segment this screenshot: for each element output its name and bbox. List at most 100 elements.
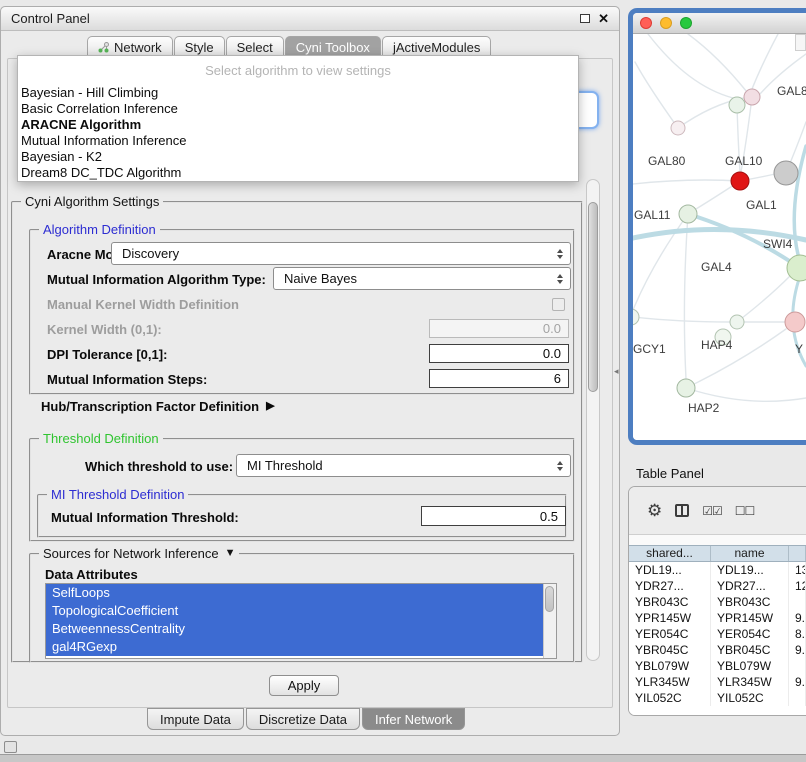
network-edge[interactable]: [633, 317, 730, 322]
network-edge[interactable]: [648, 34, 733, 98]
table-toolbar: ⚙ ☑☑ ☐☐: [629, 487, 806, 535]
close-traffic-light-icon[interactable]: [640, 17, 652, 29]
hub-definition-label: Hub/Transcription Factor Definition: [41, 399, 259, 414]
network-canvas: GAL8GAL80GAL10GAL11GAL1SWI4GAL4GCY1HAP4Y…: [633, 34, 806, 445]
table-row[interactable]: YPR145WYPR145W9.: [629, 610, 806, 626]
table-row[interactable]: YBL079WYBL079W: [629, 658, 806, 674]
aracne-mode-select[interactable]: Discovery: [111, 242, 571, 265]
network-node[interactable]: [671, 121, 685, 135]
column-header-shared[interactable]: shared...: [629, 546, 711, 561]
network-edge[interactable]: [686, 388, 806, 401]
popup-item-dream8-dc-tdc-algorithm[interactable]: Dream8 DC_TDC Algorithm: [18, 165, 578, 181]
select-all-checkboxes-icon[interactable]: ☑☑: [702, 505, 722, 517]
popup-item-bayesian-hill-climbing[interactable]: Bayesian - Hill Climbing: [18, 85, 578, 101]
popup-item-basic-correlation-inference[interactable]: Basic Correlation Inference: [18, 101, 578, 117]
bottom-tab-impute-data[interactable]: Impute Data: [147, 708, 244, 730]
popup-item-mutual-information-inference[interactable]: Mutual Information Inference: [18, 133, 578, 149]
manual-kernel-checkbox[interactable]: [552, 298, 565, 311]
table-cell: 9.: [789, 642, 806, 658]
close-icon[interactable]: ✕: [598, 12, 609, 25]
which-threshold-value: MI Threshold: [247, 458, 323, 473]
attribute-item-betweennesscentrality[interactable]: BetweennessCentrality: [46, 620, 543, 638]
minimize-traffic-light-icon[interactable]: [660, 17, 672, 29]
attribute-list-scrollbar[interactable]: [543, 584, 556, 658]
network-edge[interactable]: [794, 146, 806, 262]
network-scrollbar-stub[interactable]: [795, 34, 806, 51]
attribute-item-selfloops[interactable]: SelfLoops: [46, 584, 543, 602]
table-cell: YLR345W: [711, 674, 789, 690]
settings-scrollbar-thumb[interactable]: [588, 202, 598, 392]
network-edge[interactable]: [633, 180, 740, 184]
network-edge[interactable]: [688, 34, 747, 92]
network-node[interactable]: [785, 312, 805, 332]
network-edge[interactable]: [635, 62, 678, 128]
network-node[interactable]: [731, 172, 749, 190]
network-edge[interactable]: [737, 276, 790, 322]
clear-checkboxes-icon[interactable]: ☐☐: [735, 505, 755, 517]
which-threshold-select[interactable]: MI Threshold: [236, 454, 571, 477]
table-row[interactable]: YDR27...YDR27...12: [629, 578, 806, 594]
panel-collapse-handle[interactable]: ◂: [614, 366, 619, 377]
table-header: shared...name: [629, 545, 806, 562]
network-node[interactable]: [730, 315, 744, 329]
column-header-name[interactable]: name: [711, 546, 789, 561]
bottom-tab-infer-network[interactable]: Infer Network: [362, 708, 465, 730]
network-edge[interactable]: [684, 214, 688, 379]
network-node[interactable]: [744, 89, 760, 105]
popup-item-aracne-algorithm[interactable]: ARACNE Algorithm: [18, 117, 578, 133]
attribute-item-topologicalcoefficient[interactable]: TopologicalCoefficient: [46, 602, 543, 620]
tab-label: Select: [237, 40, 273, 55]
settings-scrollbar-track[interactable]: [586, 179, 600, 661]
sources-group-title[interactable]: Sources for Network Inference ▼: [39, 546, 239, 561]
network-node[interactable]: [774, 161, 798, 185]
hub-definition-toggle[interactable]: Hub/Transcription Factor Definition ▶: [41, 399, 275, 414]
table-row[interactable]: YBR045CYBR045C9.: [629, 642, 806, 658]
network-node[interactable]: [679, 205, 697, 223]
mi-steps-field[interactable]: 6: [429, 369, 569, 388]
network-edge[interactable]: [633, 214, 688, 310]
table-row[interactable]: YBR043CYBR043C: [629, 594, 806, 610]
mi-type-select[interactable]: Naive Bayes: [273, 267, 571, 290]
network-node[interactable]: [633, 309, 639, 325]
gear-icon[interactable]: ⚙: [647, 502, 662, 519]
popup-item-bayesian-k2[interactable]: Bayesian - K2: [18, 149, 578, 165]
float-window-icon[interactable]: [580, 14, 590, 23]
apply-button[interactable]: Apply: [269, 675, 339, 696]
node-label: GAL80: [648, 154, 686, 168]
dpi-tolerance-field[interactable]: 0.0: [429, 344, 569, 363]
network-node[interactable]: [729, 97, 745, 113]
tab-label: Cyni Toolbox: [296, 40, 370, 55]
table-row[interactable]: YDL19...YDL19...13: [629, 562, 806, 578]
table-rows: YDL19...YDL19...13YDR27...YDR27...12YBR0…: [629, 562, 806, 715]
node-label: GAL1: [746, 198, 777, 212]
table-panel: ⚙ ☑☑ ☐☐ shared...name YDL19...YDL19...13…: [628, 486, 806, 716]
bottom-status-strip: [0, 754, 806, 762]
table-cell: YER054C: [629, 626, 711, 642]
bottom-tab-discretize-data[interactable]: Discretize Data: [246, 708, 360, 730]
table-cell: YBR045C: [711, 642, 789, 658]
bottom-tab-bar: Impute DataDiscretize DataInfer Network: [147, 708, 467, 730]
table-cell: YBL079W: [629, 658, 711, 674]
combo-arrows-icon: [557, 268, 563, 289]
tab-label: Style: [185, 40, 214, 55]
network-view-window: GAL8GAL80GAL10GAL11GAL1SWI4GAL4GCY1HAP4Y…: [628, 8, 806, 445]
network-edge[interactable]: [752, 34, 778, 89]
window-controls: ✕: [580, 12, 609, 25]
table-row[interactable]: YER054CYER054C8.: [629, 626, 806, 642]
attribute-item-gal4rgexp[interactable]: gal4RGexp: [46, 638, 543, 656]
column-header-cut[interactable]: [789, 546, 806, 561]
mi-threshold-group-title: MI Threshold Definition: [47, 487, 188, 502]
table-scroll-gap: [629, 535, 806, 545]
table-row[interactable]: YLR345WYLR345W9.: [629, 674, 806, 690]
network-node[interactable]: [677, 379, 695, 397]
attribute-list: SelfLoopsTopologicalCoefficientBetweenne…: [45, 583, 557, 659]
zoom-traffic-light-icon[interactable]: [680, 17, 692, 29]
table-row[interactable]: YIL052CYIL052C: [629, 690, 806, 706]
columns-icon[interactable]: [675, 504, 689, 517]
mi-threshold-field[interactable]: 0.5: [421, 506, 566, 526]
kernel-width-field[interactable]: 0.0: [429, 319, 569, 338]
network-canvas-container: GAL8GAL80GAL10GAL11GAL1SWI4GAL4GCY1HAP4Y…: [633, 34, 806, 440]
table-cell: YBR043C: [711, 594, 789, 610]
combo-arrows-icon: [557, 455, 563, 476]
attribute-list-scrollbar-thumb[interactable]: [545, 586, 554, 612]
